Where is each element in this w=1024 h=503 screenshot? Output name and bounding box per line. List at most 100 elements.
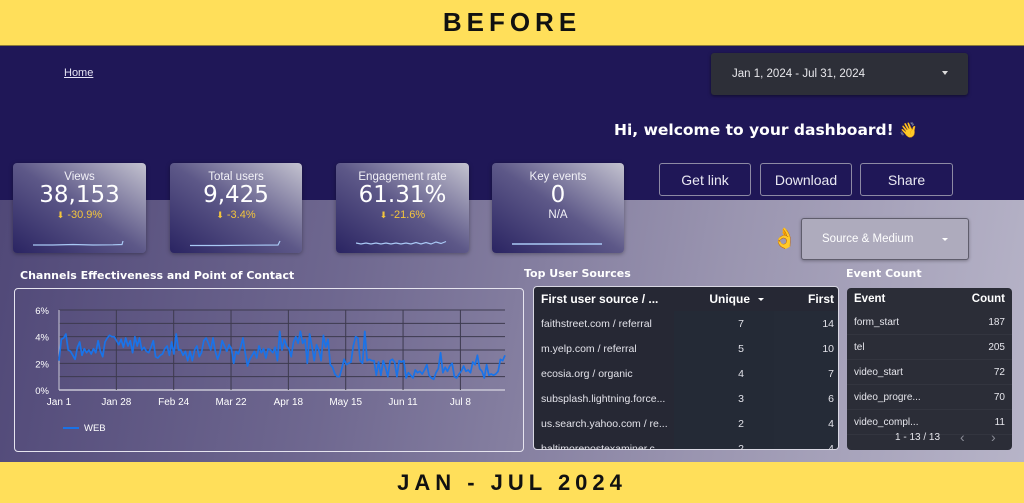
- table-row[interactable]: m.yelp.com / referral 5 10: [534, 336, 838, 361]
- pagination-range: 1 - 13 / 13: [895, 431, 941, 443]
- chevron-left-icon[interactable]: ‹: [960, 429, 965, 445]
- scorecard-delta: ⬇ -3.4%: [170, 209, 302, 221]
- column-header-unique[interactable]: Unique: [709, 292, 764, 306]
- chevron-down-icon: [942, 71, 948, 75]
- channels-chart: Jan 1 Jan 28 Feb 24 Mar 22 Apr 18 May 15 Jun 1…: [14, 288, 524, 452]
- table-row[interactable]: video_progre... 70: [847, 385, 1012, 410]
- y-tick-label: 6%: [35, 306, 49, 317]
- table-row[interactable]: subsplash.lightning.force... 3 6: [534, 386, 838, 411]
- first-cell: 7: [828, 367, 834, 380]
- x-tick-label: Jul 8: [450, 397, 472, 408]
- arrow-down-icon: ⬇: [56, 210, 65, 220]
- source-cell: us.search.yahoo.com / re...: [541, 417, 668, 430]
- chevron-right-icon[interactable]: ›: [991, 429, 996, 445]
- unique-cell: 3: [738, 392, 744, 405]
- table-row[interactable]: us.search.yahoo.com / re... 2 4: [534, 411, 838, 436]
- scorecard-value: 61.31%: [358, 182, 447, 208]
- share-button[interactable]: Share: [860, 163, 953, 196]
- unique-cell: 4: [738, 367, 744, 380]
- line-chart-svg: Jan 1 Jan 28 Feb 24 Mar 22 Apr 18 May 15 Jun 1…: [35, 306, 506, 434]
- count-cell: 70: [993, 391, 1005, 403]
- table-row[interactable]: video_start 72: [847, 360, 1012, 385]
- column-header-count[interactable]: Count: [972, 293, 1005, 305]
- pagination: 1 - 13 / 13 ‹ ›: [847, 427, 1012, 447]
- count-cell: 72: [993, 366, 1005, 378]
- x-tick-label: Jan 28: [101, 397, 131, 408]
- table-body: faithstreet.com / referral 7 14 m.yelp.com …: [534, 311, 838, 450]
- series-line-web: [58, 330, 506, 381]
- source-cell: m.yelp.com / referral: [541, 342, 637, 355]
- table-row[interactable]: baltimorepostexaminer.c... 2 4: [534, 436, 838, 450]
- x-tick-label: Jun 11: [388, 397, 418, 408]
- source-cell: baltimorepostexaminer.c...: [541, 442, 664, 450]
- source-cell: ecosia.org / organic: [541, 367, 633, 380]
- table-row[interactable]: tel 205: [847, 335, 1012, 360]
- date-banner-label: JAN - JUL 2024: [397, 469, 627, 495]
- column-header-event[interactable]: Event: [854, 293, 885, 305]
- source-cell: subsplash.lightning.force...: [541, 392, 666, 405]
- welcome-text: Hi, welcome to your dashboard!: [614, 121, 894, 139]
- x-tick-label: Apr 18: [274, 397, 304, 408]
- table-row[interactable]: faithstreet.com / referral 7 14: [534, 311, 838, 336]
- delta-value: -21.6%: [390, 209, 426, 221]
- unique-cell: 7: [738, 317, 744, 330]
- date-range-value: Jan 1, 2024 - Jul 31, 2024: [732, 68, 865, 80]
- arrow-down-icon: ⬇: [379, 210, 388, 220]
- x-tick-label: Feb 24: [158, 397, 190, 408]
- column-header-source[interactable]: First user source / ...: [541, 292, 658, 306]
- first-cell: 4: [828, 442, 834, 450]
- scorecard-key-events: Key events 0 N/A: [492, 163, 624, 253]
- table-row[interactable]: form_start 187: [847, 310, 1012, 335]
- download-button[interactable]: Download: [760, 163, 852, 196]
- unique-cell: 5: [738, 342, 744, 355]
- waving-hand-icon: 👋: [899, 121, 918, 139]
- event-cell: video_start: [854, 366, 903, 378]
- arrow-down-icon: ⬇: [216, 210, 224, 220]
- top-user-sources-table: First user source / ... Unique First fai…: [533, 286, 839, 450]
- column-header-first[interactable]: First: [808, 292, 834, 306]
- scorecard-value: 0: [550, 182, 566, 208]
- event-cell: tel: [854, 341, 865, 353]
- sort-desc-icon: [758, 298, 764, 302]
- source-medium-dropdown[interactable]: Source & Medium: [801, 218, 969, 260]
- date-banner: JAN - JUL 2024: [0, 462, 1024, 503]
- x-tick-label: Jan 1: [47, 397, 72, 408]
- y-tick-label: 4%: [35, 333, 49, 344]
- get-link-button[interactable]: Get link: [659, 163, 751, 196]
- before-label: BEFORE: [442, 7, 582, 37]
- ok-hand-icon: 👌: [772, 226, 797, 250]
- first-cell: 4: [828, 417, 834, 430]
- delta-value: -30.9%: [67, 209, 103, 221]
- date-range-picker[interactable]: Jan 1, 2024 - Jul 31, 2024: [711, 53, 968, 95]
- count-cell: 205: [988, 341, 1005, 353]
- dropdown-label: Source & Medium: [822, 233, 914, 245]
- unique-cell: 2: [738, 417, 744, 430]
- event-cell: video_progre...: [854, 391, 921, 403]
- x-tick-label: May 15: [329, 397, 362, 408]
- y-tick-label: 2%: [35, 359, 49, 370]
- column-header-unique-label: Unique: [709, 292, 750, 306]
- channels-title: Channels Effectiveness and Point of Cont…: [20, 269, 295, 282]
- scorecard-value: 38,153: [39, 182, 120, 208]
- source-cell: faithstreet.com / referral: [541, 317, 652, 330]
- first-cell: 10: [822, 342, 834, 355]
- scorecard-delta: ⬇ -21.6%: [336, 209, 469, 221]
- scorecard-value: 9,425: [203, 182, 269, 208]
- dashboard: Home Jan 1, 2024 - Jul 31, 2024 Hi, welc…: [0, 46, 1024, 462]
- first-cell: 14: [822, 317, 834, 330]
- table-header: Event Count: [847, 288, 1012, 310]
- sparkline: [512, 243, 602, 245]
- sources-title: Top User Sources: [524, 267, 631, 280]
- table-row[interactable]: ecosia.org / organic 4 7: [534, 361, 838, 386]
- count-cell: 187: [988, 316, 1005, 328]
- scorecard-views: Views 38,153 ⬇ -30.9%: [13, 163, 146, 253]
- event-count-table: Event Count form_start 187 tel 205 video_sta…: [847, 288, 1012, 450]
- sparkline: [190, 240, 281, 247]
- home-link[interactable]: Home: [64, 67, 93, 79]
- before-banner: BEFORE: [0, 0, 1024, 46]
- event-cell: form_start: [854, 316, 900, 328]
- event-cell: video_compl...: [854, 416, 919, 428]
- sparkline: [356, 240, 447, 245]
- scorecard-delta: N/A: [548, 209, 568, 221]
- table-body: form_start 187 tel 205 video_start 72 video_pr…: [847, 310, 1012, 435]
